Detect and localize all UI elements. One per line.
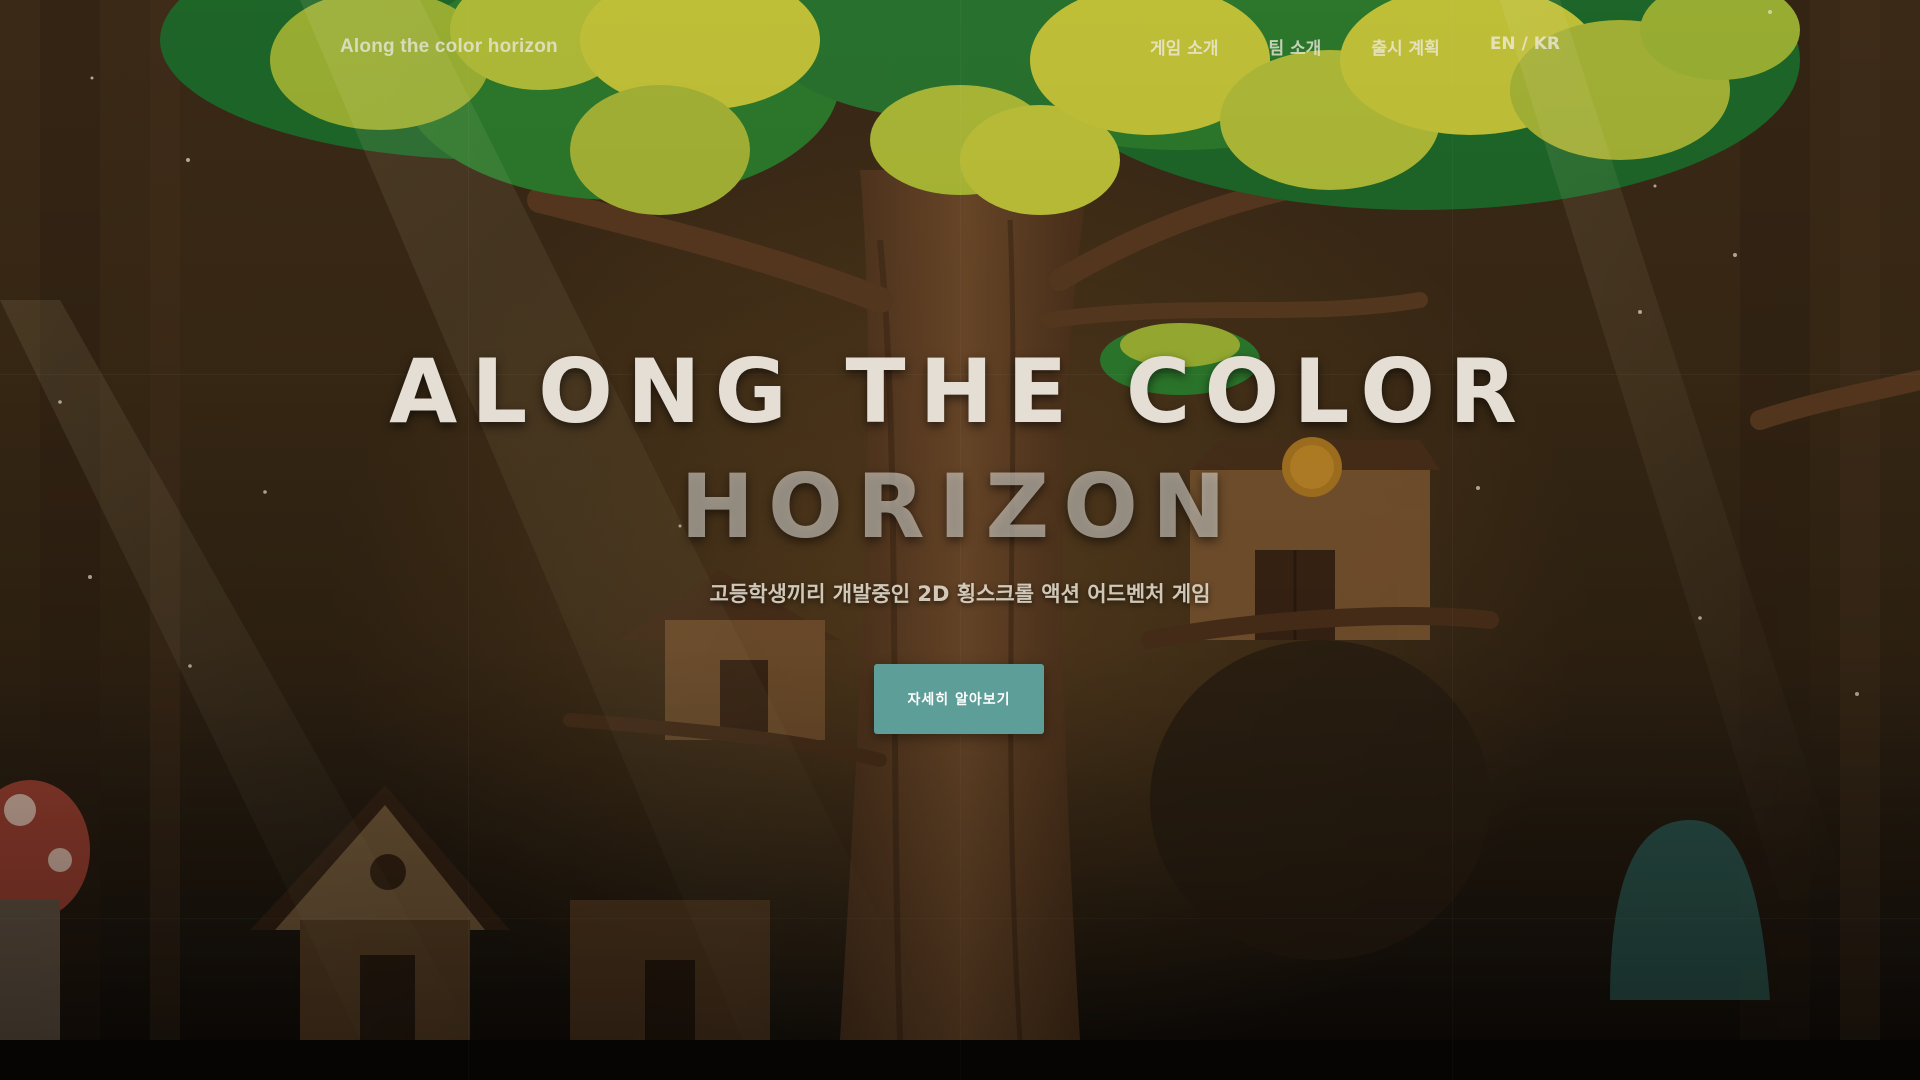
nav-link-release-plan[interactable]: 출시 계획 (1371, 34, 1439, 59)
hero-title-line2: HORIZON (680, 455, 1240, 558)
hero-title-line1: ALONG THE COLOR (389, 340, 1531, 443)
hero-subtitle: 고등학생끼리 개발중인 2D 횡스크롤 액션 어드벤처 게임 (709, 582, 1211, 606)
learn-more-button[interactable]: 자세히 알아보기 (874, 664, 1044, 734)
top-navbar: Along the color horizon 게임 소개 팀 소개 출시 계획… (0, 0, 1920, 96)
nav-link-team-intro[interactable]: 팀 소개 (1268, 34, 1321, 59)
nav-link-game-intro[interactable]: 게임 소개 (1150, 34, 1218, 59)
nav-links: 게임 소개 팀 소개 출시 계획 EN / KR (1150, 34, 1560, 59)
brand-logo-link[interactable]: Along the color horizon (340, 36, 558, 58)
language-toggle[interactable]: EN / KR (1490, 34, 1560, 59)
